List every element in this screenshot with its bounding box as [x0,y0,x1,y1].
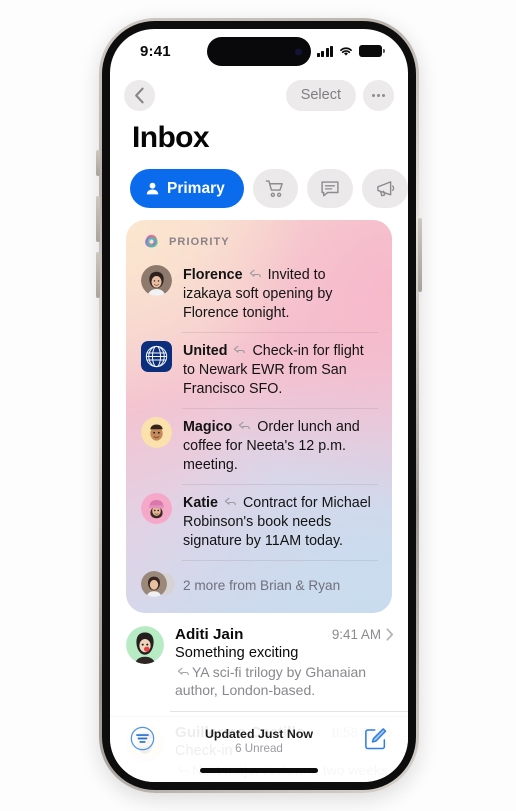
photo-woman-avatar [141,265,172,296]
tab-transactions[interactable] [252,169,299,208]
priority-row-text: Katie Contract for Michael Robinson's bo… [183,493,378,551]
photo-woman-avatar [141,571,167,597]
compose-icon [365,728,387,750]
memoji-woman-avatar [126,626,164,664]
memoji-man-avatar [141,417,172,448]
unread-count: 6 Unread [235,742,283,755]
megaphone-icon [376,180,394,196]
dynamic-island [207,37,311,66]
bottom-toolbar: Updated Just Now 6 Unread [110,716,408,782]
wifi-icon [340,47,352,56]
navigation-bar: Select [110,73,408,115]
tab-updates[interactable] [307,169,354,208]
chevron-left-icon [135,87,144,103]
reply-arrow-icon [177,667,189,676]
silent-switch[interactable] [96,150,100,176]
mail-meta: 9:41 AM [332,627,394,642]
priority-label: PRIORITY [169,235,230,248]
phone-frame: 9:41 Select Inbox Primary PRIORITY Flore… [99,18,419,793]
tab-primary-label: Primary [167,179,225,197]
status-bar: 9:41 [110,29,408,73]
mail-item-body: Aditi Jain 9:41 AM Something exciting YA… [175,626,394,699]
priority-row-text: United Check-in for flight to Newark EWR… [183,341,378,399]
ellipsis-icon-dot [377,93,380,97]
chevron-right-icon [386,628,394,641]
cellular-bars-icon [316,45,333,57]
ellipsis-icon-dot [371,93,375,97]
status-indicators [316,45,385,57]
priority-more-row[interactable]: 2 more from Brian & Ryan [126,560,392,603]
screenshot-stage: 9:41 Select Inbox Primary PRIORITY Flore… [0,0,516,811]
chat-bubble-icon [321,181,339,197]
priority-sender: Florence [183,267,243,283]
shopping-cart-icon [265,179,283,197]
status-clock: 9:41 [140,42,171,60]
priority-avatar [141,493,172,524]
priority-row-text: Magico Order lunch and coffee for Neeta'… [183,417,378,475]
tab-primary[interactable]: Primary [130,169,244,208]
sync-status-title: Updated Just Now [204,727,314,741]
memoji-woman-beanie-avatar [141,493,172,524]
page-title: Inbox [132,121,210,154]
phone-screen: 9:41 Select Inbox Primary PRIORITY Flore… [110,29,408,782]
mail-preview: YA sci-fi trilogy by Ghanaian author, Lo… [175,664,367,698]
compose-button[interactable] [363,726,388,756]
avatar [126,626,164,664]
mail-time: 9:41 AM [331,627,381,642]
priority-avatar [141,341,172,372]
battery-full-icon [359,45,385,57]
filter-icon [130,726,155,751]
united-airlines-logo [141,341,172,372]
priority-row[interactable]: United Check-in for flight to Newark EWR… [126,332,392,408]
priority-sender: United [183,343,228,359]
priority-more-label: 2 more from Brian & Ryan [183,578,341,593]
person-icon [146,182,159,195]
priority-sender: Katie [183,495,218,511]
power-button[interactable] [418,218,422,292]
mail-list: PRIORITY Florence Invited to izakaya sof… [110,208,408,782]
volume-up-button[interactable] [96,196,100,242]
apple-intelligence-icon [145,234,158,248]
mail-subject: Something exciting [175,645,299,661]
priority-row[interactable]: Katie Contract for Michael Robinson's bo… [126,484,392,560]
reply-arrow-icon [234,345,246,354]
select-button-label: Select [300,87,341,103]
priority-header: PRIORITY [126,229,392,256]
mail-list-item[interactable]: Aditi Jain 9:41 AM Something exciting YA… [110,613,408,711]
more-options-button[interactable] [363,79,394,111]
select-button[interactable]: Select [285,79,356,111]
back-button[interactable] [124,79,155,111]
sync-status: Updated Just Now 6 Unread [205,726,313,755]
priority-avatar [141,265,172,296]
reply-arrow-icon [224,497,236,506]
nav-actions: Select [285,79,394,111]
priority-sender: Magico [183,419,233,435]
reply-arrow-icon [239,421,251,430]
priority-row[interactable]: Magico Order lunch and coffee for Neeta'… [126,408,392,484]
home-indicator [200,768,318,773]
mail-item-header: Aditi Jain 9:41 AM [175,626,394,643]
volume-down-button[interactable] [96,252,100,298]
priority-avatar [141,417,172,448]
priority-row-text: Florence Invited to izakaya soft opening… [183,265,378,323]
mail-sender: Aditi Jain [175,626,244,643]
stacked-avatar-front [141,571,167,597]
filter-button[interactable] [130,726,155,756]
ellipsis-icon-dot [382,93,386,97]
mailbox-filter-tabs: Primary [110,155,408,208]
reply-arrow-icon [249,269,261,278]
mail-preview-wrap: YA sci-fi trilogy by Ghanaian author, Lo… [175,663,394,699]
tab-promotions[interactable] [362,169,408,208]
priority-row[interactable]: Florence Invited to izakaya soft opening… [126,256,392,332]
avatar-stack [141,570,175,601]
priority-card[interactable]: PRIORITY Florence Invited to izakaya sof… [126,220,392,613]
